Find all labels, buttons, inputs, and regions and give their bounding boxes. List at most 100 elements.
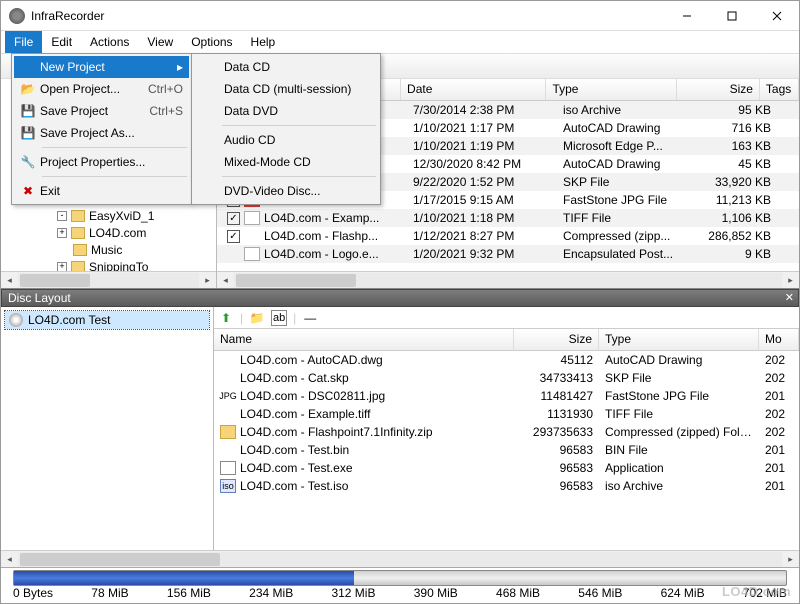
file-row[interactable]: ✓ LO4D.com - Flashp... 1/12/2021 8:27 PMCo… [217, 227, 799, 245]
menuitem-save-project[interactable]: 💾 Save Project Ctrl+S [14, 100, 189, 122]
scroll-left-icon[interactable]: ◂ [1, 272, 18, 289]
up-arrow-icon[interactable]: ⬆ [218, 310, 234, 326]
column-header[interactable]: Type [599, 329, 759, 350]
disc-root-item[interactable]: LO4D.com Test [5, 311, 209, 329]
scroll-left-icon[interactable]: ◂ [217, 272, 234, 289]
submenu-data-dvd[interactable]: Data DVD [194, 100, 378, 122]
tree-item[interactable]: Music [33, 241, 216, 258]
scroll-right-icon[interactable]: ▸ [782, 272, 799, 289]
file-size: 163 KB [692, 139, 777, 153]
file-type: Compressed (zipp... [557, 229, 692, 243]
disc-tree[interactable]: LO4D.com Test [1, 307, 214, 565]
file-size: 34733413 [514, 371, 599, 385]
menuitem-save-project-as[interactable]: 💾 Save Project As... [14, 122, 189, 144]
menu-view[interactable]: View [138, 31, 182, 53]
file-size: 11481427 [514, 389, 599, 403]
disc-file-row[interactable]: isoLO4D.com - Test.iso96583iso Archive20… [214, 477, 799, 495]
scroll-right-icon[interactable]: ▸ [199, 272, 216, 289]
tree-item[interactable]: -EasyXviD_1 [33, 207, 216, 224]
exit-icon: ✖ [18, 183, 38, 199]
maximize-button[interactable] [709, 1, 754, 30]
file-type: TIFF File [557, 211, 692, 225]
submenu-dvd-video[interactable]: DVD-Video Disc... [194, 180, 378, 202]
disc-hscroll[interactable]: ◂ ▸ [1, 550, 799, 567]
expander-icon[interactable]: + [57, 228, 67, 238]
scroll-thumb[interactable] [20, 274, 90, 287]
tree-item[interactable]: +LO4D.com [33, 224, 216, 241]
file-date: 1/17/2015 9:15 AM [407, 193, 557, 207]
folder-icon [73, 244, 87, 256]
capacity-bar: 0 Bytes78 MiB156 MiB234 MiB312 MiB390 Mi… [1, 567, 799, 603]
file-date: 1/12/2021 8:27 PM [407, 229, 557, 243]
column-header[interactable]: Mo [759, 329, 799, 350]
menu-help[interactable]: Help [242, 31, 285, 53]
disc-root-label: LO4D.com Test [28, 313, 110, 327]
menuitem-shortcut: Ctrl+S [149, 104, 183, 118]
disc-file-row[interactable]: LO4D.com - Test.exe96583Application201 [214, 459, 799, 477]
menuitem-open-project[interactable]: 📂 Open Project... Ctrl+O [14, 78, 189, 100]
capacity-tick: 156 MiB [167, 586, 211, 600]
panel-close-icon[interactable]: ✕ [785, 291, 794, 304]
window-title: InfraRecorder [31, 9, 664, 23]
disc-file-row[interactable]: LO4D.com - AutoCAD.dwg45112AutoCAD Drawi… [214, 351, 799, 369]
disc-file-row[interactable]: LO4D.com - Flashpoint7.1Infinity.zip2937… [214, 423, 799, 441]
menu-file[interactable]: File [5, 31, 42, 53]
folder-icon [71, 210, 85, 222]
checkbox[interactable]: ✓ [227, 212, 240, 225]
capacity-tick: 234 MiB [249, 586, 293, 600]
file-type: AutoCAD Drawing [557, 157, 692, 171]
disc-file-row[interactable]: LO4D.com - Test.bin96583BIN File201 [214, 441, 799, 459]
filelist-hscroll[interactable]: ◂ ▸ [217, 271, 799, 288]
submenu-audio-cd[interactable]: Audio CD [194, 129, 378, 151]
file-type: iso Archive [557, 103, 692, 117]
submenu-data-cd-multi[interactable]: Data CD (multi-session) [194, 78, 378, 100]
column-header[interactable]: Size [677, 79, 760, 100]
file-name: LO4D.com - Flashp... [264, 229, 378, 243]
menuitem-new-project[interactable]: New Project ▸ [14, 56, 189, 78]
submenu-mixed-mode-cd[interactable]: Mixed-Mode CD [194, 151, 378, 173]
properties-icon: 🔧 [18, 154, 38, 170]
scroll-left-icon[interactable]: ◂ [1, 551, 18, 568]
column-header[interactable]: Tags [760, 79, 799, 100]
file-name: LO4D.com - Test.bin [240, 443, 349, 457]
scroll-thumb[interactable] [20, 553, 220, 566]
expander-icon[interactable]: + [57, 262, 67, 272]
column-header[interactable]: Size [514, 329, 599, 350]
column-header[interactable]: Type [546, 79, 677, 100]
menu-separator [222, 125, 376, 126]
tree-hscroll[interactable]: ◂ ▸ [1, 271, 216, 288]
doc-icon [220, 353, 236, 367]
menu-options[interactable]: Options [182, 31, 241, 53]
rename-icon[interactable]: ab [271, 310, 287, 326]
disc-file-row[interactable]: LO4D.com - Cat.skp34733413SKP File202 [214, 369, 799, 387]
scroll-thumb[interactable] [236, 274, 356, 287]
disc-file-row[interactable]: LO4D.com - Example.tiff1131930TIFF File2… [214, 405, 799, 423]
scroll-right-icon[interactable]: ▸ [782, 551, 799, 568]
file-name: LO4D.com - AutoCAD.dwg [240, 353, 383, 367]
menuitem-label: Open Project... [40, 82, 148, 96]
menu-edit[interactable]: Edit [42, 31, 81, 53]
column-header[interactable]: Name [214, 329, 514, 350]
expander-icon[interactable]: - [57, 211, 67, 221]
remove-icon[interactable]: — [302, 310, 318, 326]
disc-file-row[interactable]: JPGLO4D.com - DSC02811.jpg11481427FastSt… [214, 387, 799, 405]
file-type: FastStone JPG File [599, 389, 759, 403]
file-size: 1,106 KB [692, 211, 777, 225]
file-date: 1/10/2021 1:18 PM [407, 211, 557, 225]
open-icon: 📂 [18, 81, 38, 97]
minimize-button[interactable] [664, 1, 709, 30]
menuitem-project-properties[interactable]: 🔧 Project Properties... [14, 151, 189, 173]
file-row[interactable]: ✓LO4D.com - Examp...1/10/2021 1:18 PMTIF… [217, 209, 799, 227]
file-row[interactable]: LO4D.com - Logo.e...1/20/2021 9:32 PMEnc… [217, 245, 799, 263]
submenu-data-cd[interactable]: Data CD [194, 56, 378, 78]
column-header[interactable]: Date [401, 79, 546, 100]
menu-actions[interactable]: Actions [81, 31, 138, 53]
capacity-ticks: 0 Bytes78 MiB156 MiB234 MiB312 MiB390 Mi… [1, 586, 799, 600]
doc-icon [220, 407, 236, 421]
disc-column-headers[interactable]: NameSizeTypeMo [214, 329, 799, 351]
file-date: 1/10/2021 1:17 PM [407, 121, 557, 135]
checkbox[interactable]: ✓ [227, 230, 240, 243]
close-button[interactable] [754, 1, 799, 30]
menuitem-exit[interactable]: ✖ Exit [14, 180, 189, 202]
new-folder-icon[interactable]: 📁 [249, 310, 265, 326]
